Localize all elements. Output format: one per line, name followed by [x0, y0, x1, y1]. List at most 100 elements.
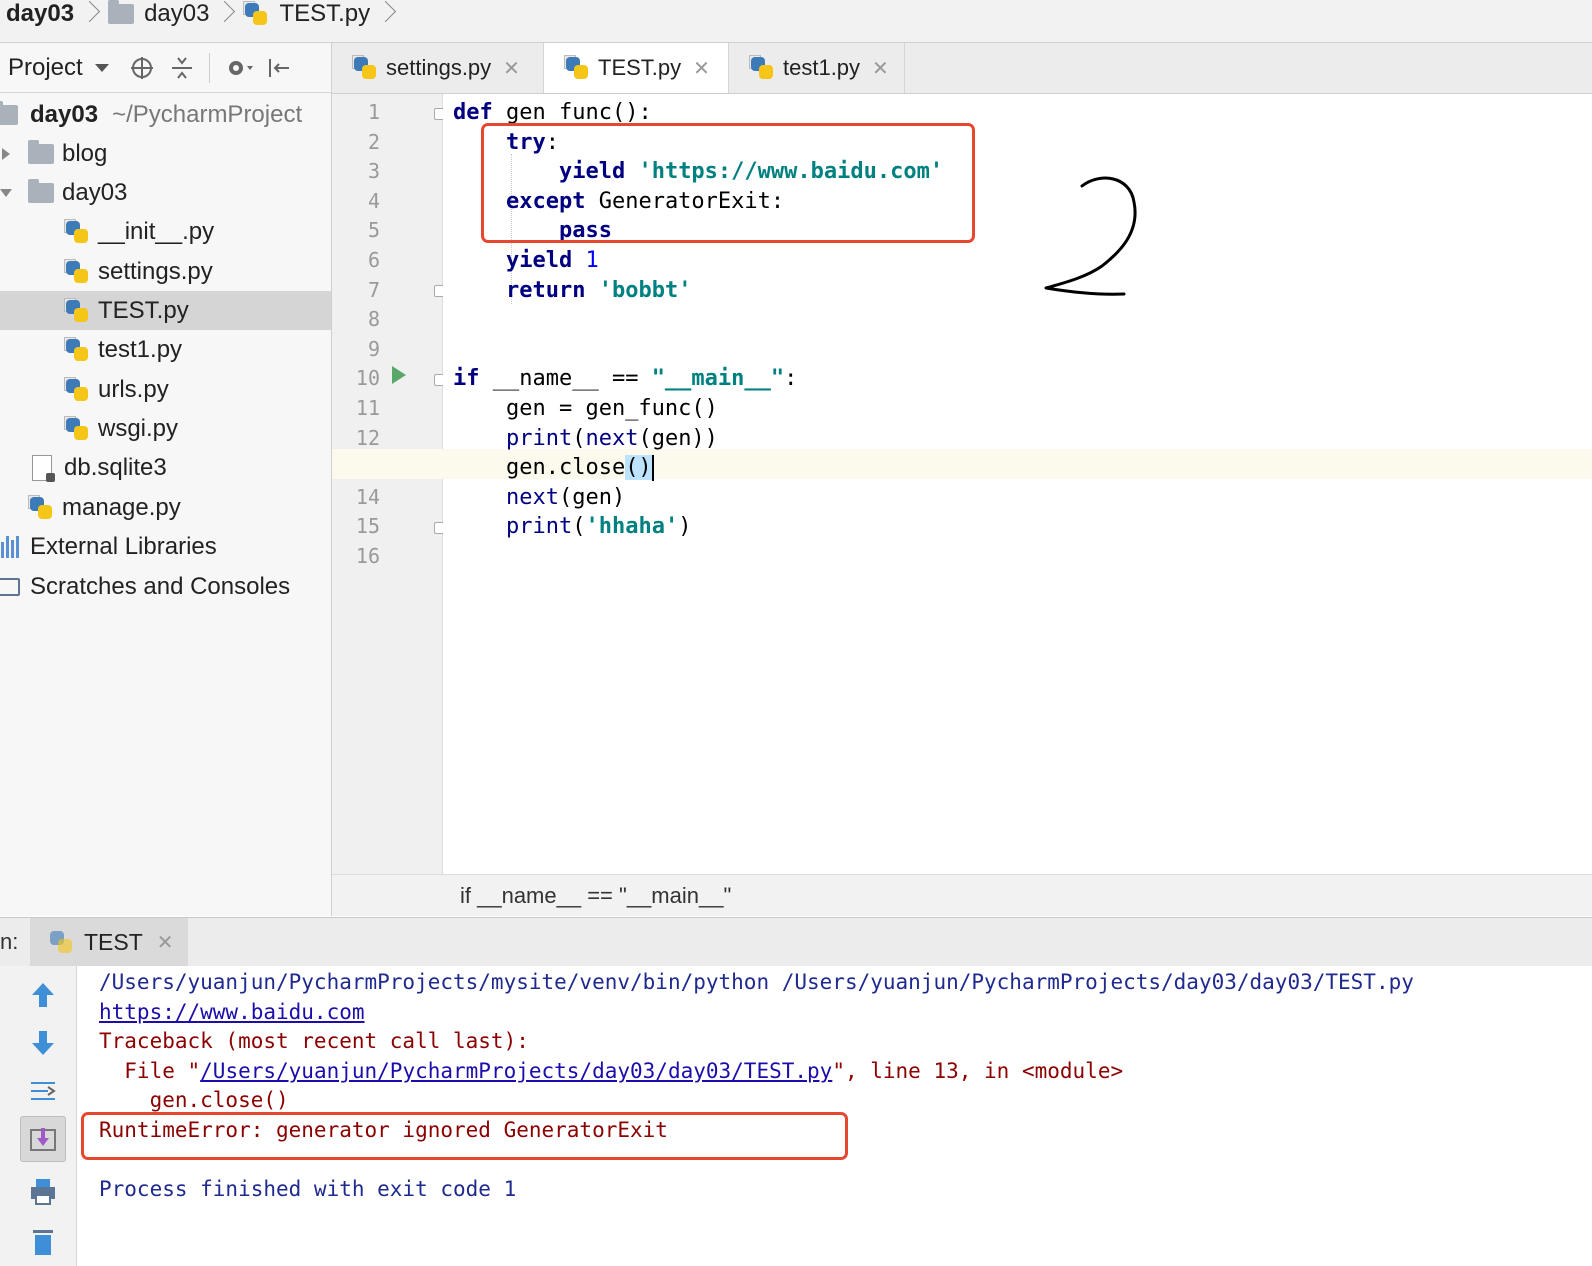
tab-settings-py[interactable]: settings.py ✕: [332, 43, 544, 93]
tab-label: TEST.py: [598, 55, 682, 80]
tab-label: settings.py: [386, 55, 492, 80]
run-panel-label: n:: [0, 929, 19, 954]
tree-item-label: settings.py: [98, 257, 213, 285]
folder-icon: [28, 178, 54, 203]
breadcrumb-item-label: day03: [6, 0, 75, 27]
code-token: (gen)): [638, 425, 718, 451]
close-icon[interactable]: ✕: [157, 930, 174, 955]
console-line: Process finished with exit code 1: [99, 1177, 517, 1202]
libraries-icon: [0, 535, 22, 558]
console-line: /Users/yuanjun/PycharmProjects/mysite/ve…: [99, 970, 1414, 994]
line-number: 10: [355, 366, 380, 391]
close-icon[interactable]: ✕: [503, 56, 520, 81]
tree-item-scratches[interactable]: Scratches and Consoles: [0, 567, 331, 606]
tree-item-blog[interactable]: blog: [0, 134, 331, 173]
tree-item-test-py[interactable]: TEST.py: [0, 291, 331, 330]
folder-icon: [28, 139, 54, 164]
python-file-icon: [564, 55, 590, 81]
scroll-to-end-icon[interactable]: [20, 1116, 66, 1162]
code-token: gen.close: [453, 455, 626, 481]
folder-icon: [108, 0, 135, 24]
toolbar-divider: [208, 52, 211, 83]
arrow-down-icon[interactable]: [24, 1024, 62, 1062]
tree-item-test1-py[interactable]: test1.py: [0, 330, 331, 369]
tab-test-py[interactable]: TEST.py ✕: [544, 43, 729, 93]
console-text: File ": [99, 1058, 201, 1083]
line-number: 16: [355, 544, 380, 568]
code-line: print('hhaha'): [453, 512, 691, 542]
editor-tab-bar: settings.py ✕ TEST.py ✕ test1.py ✕: [332, 43, 1592, 94]
code-line: yield 1: [453, 246, 599, 276]
code-token: 'bobbt': [598, 277, 692, 303]
console-line: Traceback (most recent call last):: [99, 1029, 529, 1054]
collapse-all-icon[interactable]: [169, 55, 195, 81]
locate-icon[interactable]: [129, 55, 155, 81]
code-token: next: [505, 484, 559, 510]
annotation-box-console: [81, 1112, 848, 1160]
run-tab-test[interactable]: TEST ✕: [30, 918, 188, 966]
code-line: next(gen): [453, 483, 625, 513]
tab-test1-py[interactable]: test1.py ✕: [729, 43, 905, 93]
arrow-up-icon[interactable]: [24, 976, 62, 1014]
tab-label: test1.py: [783, 55, 861, 80]
console-text: ", line 13, in <module>: [832, 1058, 1124, 1083]
project-view-selector[interactable]: Project: [8, 54, 83, 82]
breadcrumb-item-label: TEST.py: [279, 0, 371, 27]
line-number: 9: [367, 336, 380, 361]
trash-icon[interactable]: [24, 1222, 62, 1260]
code-token: :: [784, 366, 798, 392]
project-panel: Project day03 ~/PycharmProject blog day0…: [0, 43, 332, 916]
run-toolbar: [0, 966, 77, 1266]
code-token: next: [585, 425, 639, 451]
tree-item-day03[interactable]: day03: [0, 173, 331, 212]
gear-icon[interactable]: [225, 55, 253, 81]
code-token: yield: [505, 248, 573, 273]
editor-breadcrumb-status[interactable]: if __name__ == "__main__": [332, 874, 1592, 916]
code-token: (): [625, 455, 652, 481]
folder-icon: [0, 100, 18, 125]
close-icon[interactable]: ✕: [872, 56, 889, 81]
tree-root-day03[interactable]: day03 ~/PycharmProject: [0, 95, 331, 134]
tree-item-label: __init__.py: [98, 217, 215, 245]
chevron-right-icon[interactable]: [2, 148, 10, 160]
console-line[interactable]: File "/Users/yuanjun/PycharmProjects/day…: [99, 1057, 1123, 1087]
python-file-icon: [64, 297, 90, 324]
python-file-icon: [64, 376, 90, 403]
tree-item-settings-py[interactable]: settings.py: [0, 252, 331, 291]
breadcrumb-item-folder[interactable]: day03: [108, 0, 209, 28]
code-token: return: [505, 277, 586, 303]
annotation-box-code: [481, 123, 975, 243]
tree-item-init-py[interactable]: __init__.py: [0, 212, 331, 251]
code-token: gen_func():: [492, 100, 652, 125]
close-icon[interactable]: ✕: [693, 56, 710, 81]
tree-item-db-sqlite3[interactable]: db.sqlite3: [0, 448, 331, 487]
breadcrumb-item-file[interactable]: TEST.py: [243, 0, 370, 28]
line-number: 1: [367, 100, 380, 124]
soft-wrap-icon[interactable]: [24, 1072, 62, 1110]
breadcrumb-item-project[interactable]: day03: [0, 0, 74, 28]
print-icon[interactable]: [24, 1172, 62, 1210]
hide-panel-icon[interactable]: [265, 55, 291, 81]
code-token: (: [572, 514, 586, 540]
breadcrumb-separator: [215, 0, 235, 28]
code-token: def: [453, 100, 493, 125]
console-line[interactable]: https://www.baidu.com: [99, 998, 365, 1028]
code-token: 1: [585, 248, 599, 273]
code-token: print: [505, 514, 573, 540]
tree-item-manage-py[interactable]: manage.py: [0, 488, 331, 527]
chevron-down-icon[interactable]: [0, 189, 12, 197]
tree-item-urls-py[interactable]: urls.py: [0, 370, 331, 409]
run-icon[interactable]: [392, 366, 406, 384]
tree-item-external-libraries[interactable]: External Libraries: [0, 527, 331, 566]
console-file-link[interactable]: /Users/yuanjun/PycharmProjects/day03/day…: [200, 1059, 832, 1083]
tree-item-wsgi-py[interactable]: wsgi.py: [0, 409, 331, 448]
breadcrumb-separator: [80, 0, 100, 28]
code-token: if: [453, 366, 480, 392]
tree-item-label: manage.py: [62, 493, 181, 521]
chevron-down-icon[interactable]: [94, 63, 109, 72]
breadcrumb-separator: [376, 0, 396, 28]
run-panel-header: n: TEST ✕: [0, 917, 1592, 967]
